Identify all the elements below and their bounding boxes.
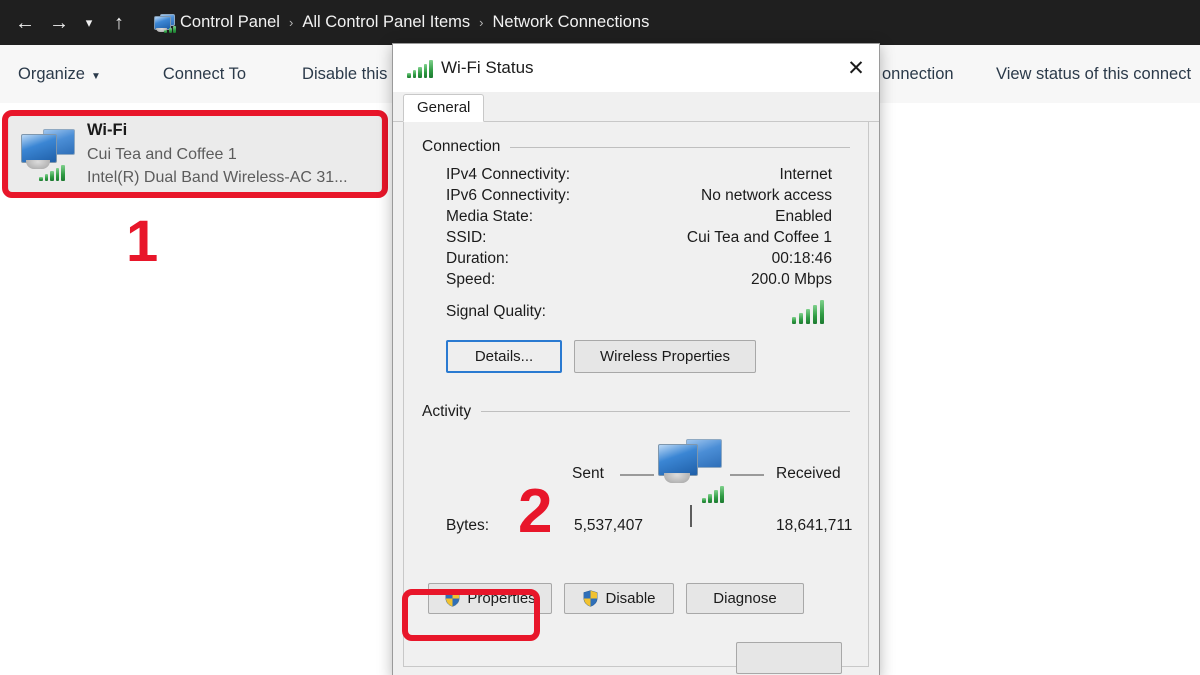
row-ipv6-connectivity: IPv6 Connectivity: No network access [422, 185, 850, 206]
toolbar-view-status-label: View status of this connect [996, 64, 1192, 83]
breadcrumb-item-network-connections[interactable]: Network Connections [493, 13, 650, 32]
signal-quality-label: Signal Quality: [446, 303, 546, 320]
breadcrumb-item-control-panel[interactable]: Control Panel [180, 13, 280, 32]
toolbar-organize-button[interactable]: Organize ▼ [0, 65, 117, 84]
activity-group-label: Activity [422, 402, 472, 420]
connection-group-header: Connection [422, 138, 850, 156]
dialog-title-bar: Wi-Fi Status ✕ [393, 44, 879, 92]
row-media-state: Media State: Enabled [422, 206, 850, 227]
wifi-status-dialog: Wi-Fi Status ✕ General Connection IPv4 C… [392, 43, 880, 675]
sent-bytes-value: 5,537,407 [574, 516, 643, 534]
network-adapter-icon [21, 127, 79, 181]
row-duration: Duration: 00:18:46 [422, 248, 850, 269]
toolbar-connect-to-button[interactable]: Connect To [147, 65, 262, 84]
close-button[interactable] [736, 642, 842, 674]
wireless-properties-button[interactable]: Wireless Properties [574, 339, 756, 373]
nav-button-group: ← → ▾ ↑ [0, 6, 136, 40]
tab-general[interactable]: General [403, 94, 485, 122]
speed-value: 200.0 Mbps [751, 270, 832, 288]
activity-group-header: Activity [422, 403, 850, 421]
screen-root: ← → ▾ ↑ Control Panel › All Control Pane… [0, 0, 1200, 675]
forward-icon[interactable]: → [42, 6, 76, 40]
toolbar-connect-to-label: Connect To [162, 64, 247, 83]
breadcrumb-separator-icon: › [479, 15, 484, 30]
annotation-number-2: 2 [518, 476, 553, 546]
general-tab-panel: Connection IPv4 Connectivity: Internet I… [403, 122, 869, 674]
breadcrumb-separator-icon: › [288, 15, 294, 30]
two-computers-network-icon [658, 437, 724, 503]
wifi-item-ssid: Cui Tea and Coffee 1 [87, 145, 237, 163]
media-state-label: Media State: [446, 207, 534, 225]
toolbar-diagnose-connection-label: onnection [882, 64, 954, 83]
activity-center-divider [690, 504, 692, 527]
toolbar-diagnose-connection-button[interactable]: onnection [866, 65, 970, 84]
ipv6-connectivity-value: No network access [701, 186, 832, 204]
signal-bars-icon [791, 300, 824, 324]
signal-quality-value [642, 300, 850, 324]
wifi-item-name: Wi-Fi [87, 120, 128, 139]
signal-bars-icon [702, 485, 724, 503]
wifi-item-texts: Wi-Fi Cui Tea and Coffee 1 Intel(R) Dual… [87, 119, 348, 189]
caret-down-icon: ▼ [90, 70, 101, 82]
duration-label: Duration: [446, 249, 509, 267]
wifi-item-adapter: Intel(R) Dual Band Wireless-AC 31... [87, 168, 348, 186]
breadcrumb[interactable]: Control Panel › All Control Panel Items … [148, 0, 667, 45]
ipv6-connectivity-label: IPv6 Connectivity: [446, 186, 571, 204]
duration-value: 00:18:46 [771, 249, 832, 267]
navigation-bar: ← → ▾ ↑ Control Panel › All Control Pane… [0, 0, 1200, 45]
row-ipv4-connectivity: IPv4 Connectivity: Internet [422, 164, 850, 185]
uac-shield-icon [582, 590, 599, 607]
diagnose-button[interactable]: Diagnose [686, 583, 804, 614]
dialog-title: Wi-Fi Status [441, 58, 534, 77]
disable-button-label: Disable [605, 590, 656, 607]
sent-label: Sent [572, 464, 604, 482]
details-button[interactable]: Details... [446, 339, 562, 373]
row-speed: Speed: 200.0 Mbps [422, 269, 850, 290]
toolbar-view-status-button[interactable]: View status of this connect [980, 65, 1200, 84]
group-divider [481, 411, 850, 412]
activity-graphic: Sent Received Bytes: 5,537,407 18,641,71… [422, 429, 852, 542]
breadcrumb-item-all-control-panel-items[interactable]: All Control Panel Items [302, 13, 470, 32]
close-icon[interactable]: ✕ [833, 45, 879, 92]
ssid-value: Cui Tea and Coffee 1 [686, 228, 832, 246]
sent-link-line [620, 473, 654, 476]
row-signal-quality: Signal Quality: [422, 290, 850, 326]
back-icon[interactable]: ← [8, 6, 42, 40]
properties-button-label: Properties [467, 590, 536, 607]
ipv4-connectivity-label: IPv4 Connectivity: [446, 165, 571, 183]
uac-shield-icon [444, 590, 461, 607]
connection-group-label: Connection [422, 138, 501, 155]
signal-bars-icon [407, 58, 433, 78]
dialog-tabstrip: General [393, 92, 879, 122]
disable-button[interactable]: Disable [564, 583, 674, 614]
chevron-down-icon[interactable]: ▾ [76, 6, 102, 40]
speed-label: Speed: [446, 270, 496, 288]
received-label: Received [776, 464, 841, 482]
annotation-number-1: 1 [126, 209, 159, 274]
wifi-list-item[interactable]: Wi-Fi Cui Tea and Coffee 1 Intel(R) Dual… [8, 115, 382, 193]
ssid-label: SSID: [446, 228, 487, 246]
received-bytes-value: 18,641,711 [776, 516, 853, 534]
up-icon[interactable]: ↑ [102, 6, 136, 40]
toolbar-organize-label: Organize [18, 64, 85, 83]
dialog-footer-buttons: Properties Disable Diagnose [428, 583, 804, 614]
ipv4-connectivity-value: Internet [779, 165, 832, 183]
connection-buttons-row: Details... Wireless Properties [422, 339, 850, 373]
media-state-value: Enabled [775, 207, 832, 225]
network-connections-icon [154, 13, 176, 33]
received-link-line [730, 473, 764, 476]
signal-bars-icon [39, 165, 65, 181]
row-ssid: SSID: Cui Tea and Coffee 1 [422, 227, 850, 248]
bytes-label: Bytes: [446, 516, 490, 534]
group-divider [510, 146, 850, 148]
properties-button[interactable]: Properties [428, 583, 552, 614]
